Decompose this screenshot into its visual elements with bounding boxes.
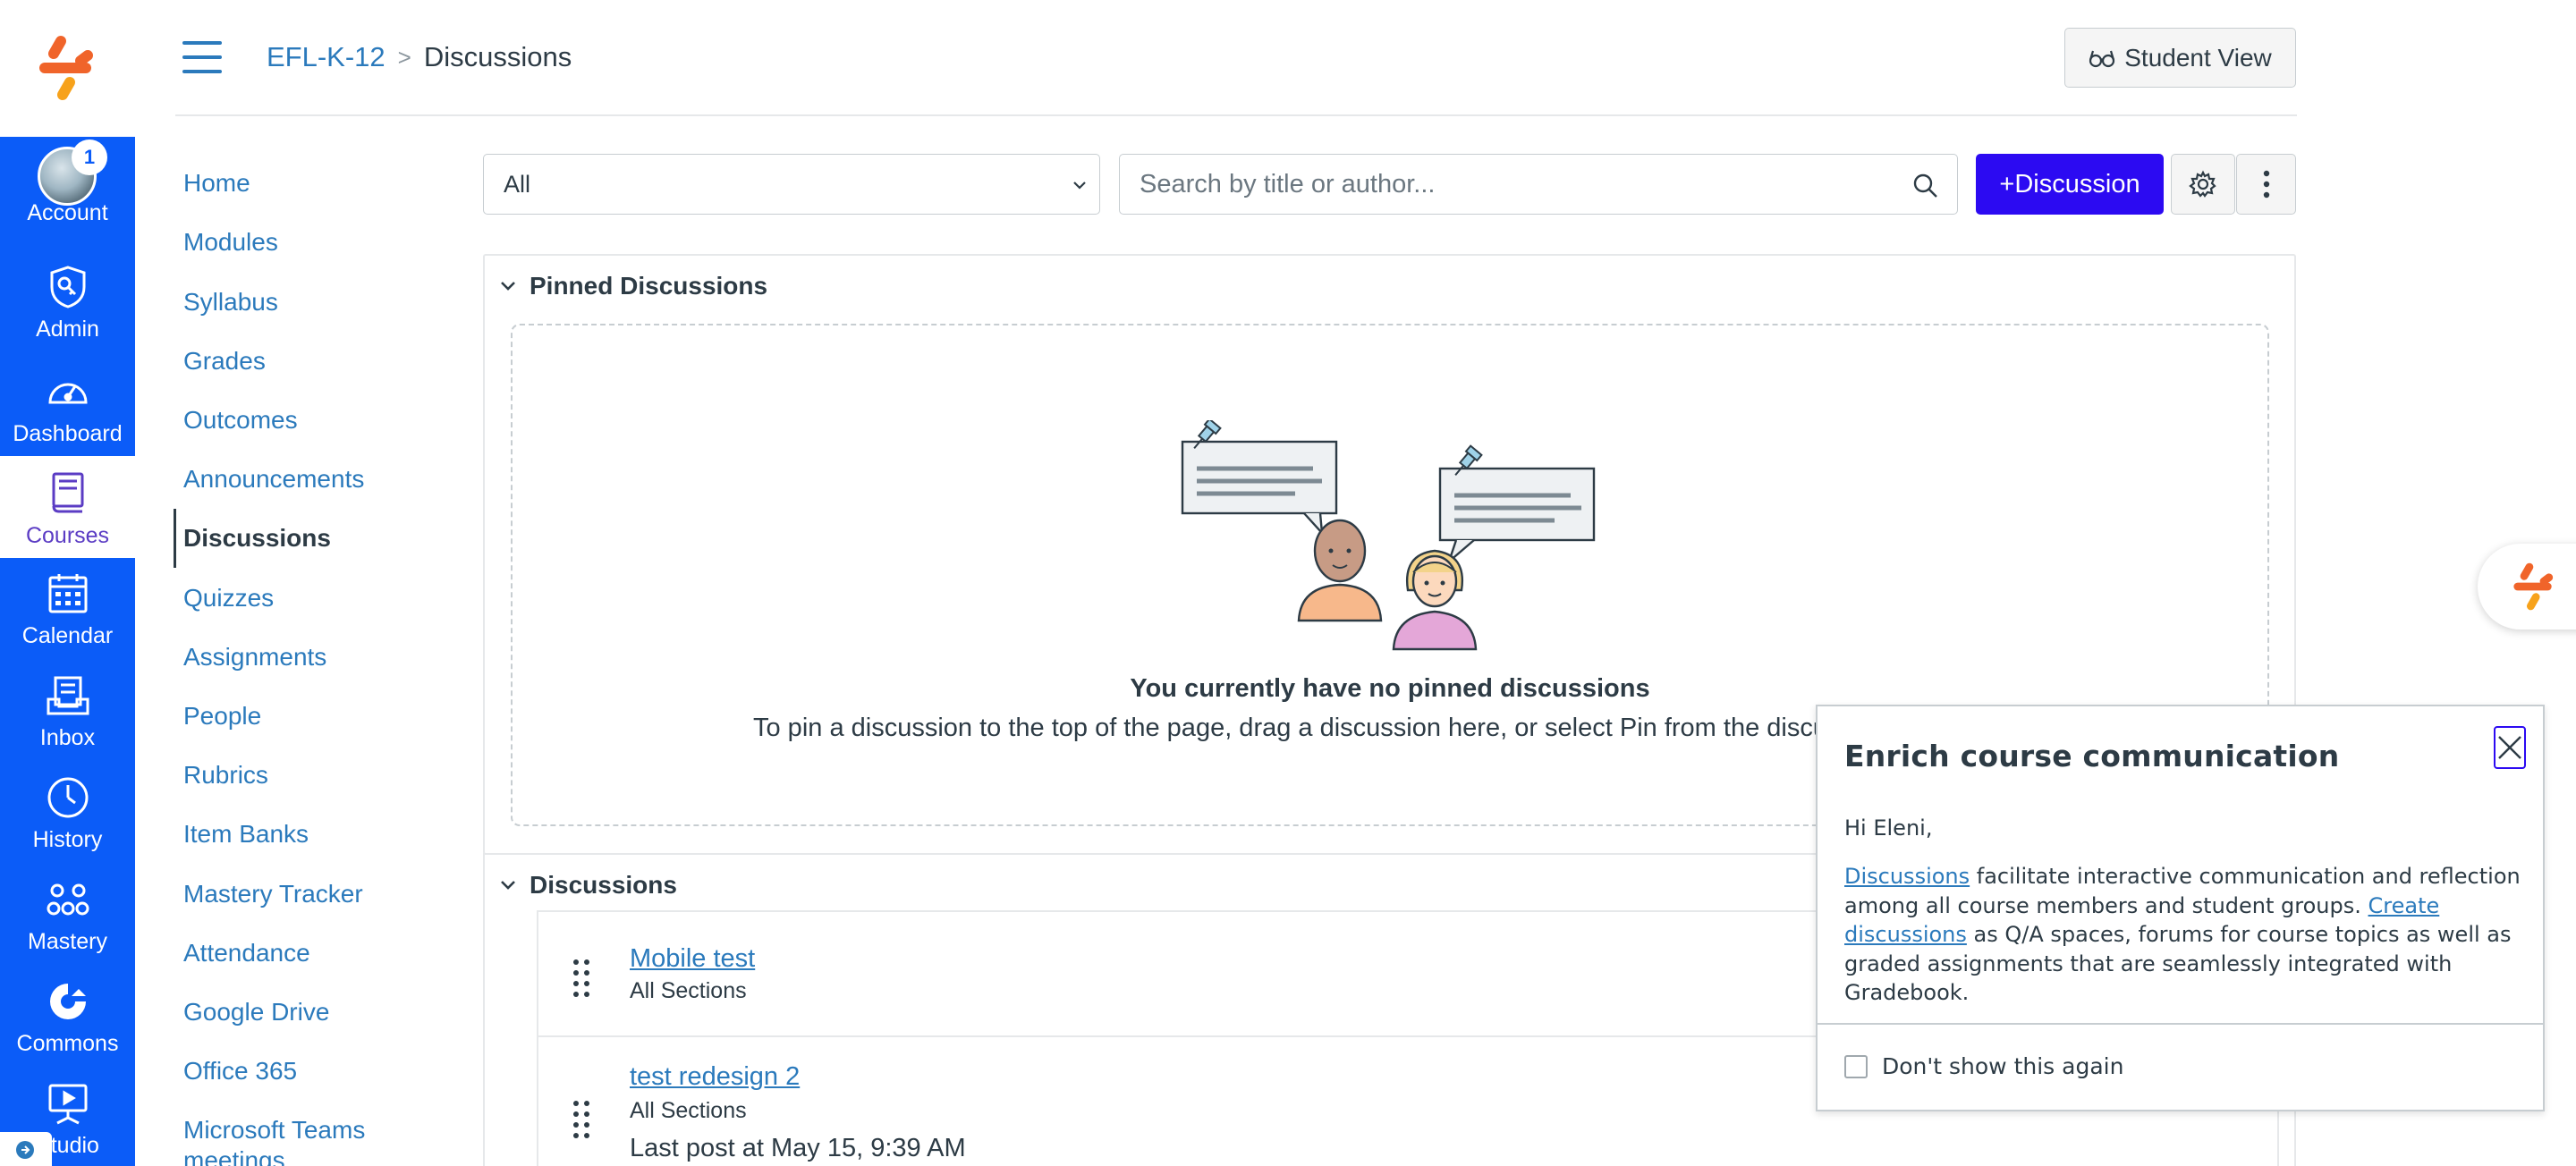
nav-inbox-label: Inbox [39,725,96,750]
discussions-section-title: Discussions [530,871,677,899]
studio-icon [48,1084,87,1125]
speedometer-icon [47,383,88,404]
discussion-sections: All Sections [630,1098,747,1123]
commons-icon [49,984,86,1019]
course-nav-item-banks[interactable]: Item Banks [183,819,309,849]
nav-commons[interactable]: Commons [0,967,135,1066]
discussion-title-link[interactable]: Mobile test [630,944,755,974]
glasses-icon [2089,50,2115,67]
search-field [1119,154,1958,215]
student-view-button[interactable]: Student View [2064,28,2296,88]
discussion-last-post: Last post at May 15, 9:39 AM [630,1134,966,1162]
add-discussion-label: +Discussion [1999,169,2140,199]
nav-inbox[interactable]: Inbox [0,662,135,760]
chevron-down-icon [501,881,515,890]
logo-icon [2513,562,2554,611]
nav-calendar[interactable]: Calendar [0,560,135,658]
nav-history[interactable]: History [0,764,135,862]
course-nav-assignments[interactable]: Assignments [183,642,326,672]
empty-pinned-title: You currently have no pinned discussions [1130,674,1650,703]
student-view-label: Student View [2124,43,2272,72]
nav-calendar-label: Calendar [21,623,114,648]
dont-show-again-checkbox[interactable]: Don't show this again [1844,1053,2123,1079]
course-menu-toggle[interactable] [182,41,222,73]
discussions-section-toggle[interactable]: Discussions [497,871,677,900]
course-nav-rubrics[interactable]: Rubrics [183,760,268,790]
filter-selected-value: All [504,170,531,198]
notification-badge: 1 [72,139,107,175]
chevron-down-icon [1073,182,1086,190]
course-nav-discussions[interactable]: Discussions [183,523,331,553]
institution-logo[interactable] [0,0,135,137]
clock-icon [47,777,88,818]
empty-pinned-description: To pin a discussion to the top of the pa… [753,714,1818,742]
inbox-icon [47,676,89,715]
course-nav-syllabus[interactable]: Syllabus [183,287,278,317]
course-nav-google-drive[interactable]: Google Drive [183,997,329,1027]
breadcrumb: EFL-K-12 > Discussions [267,39,572,75]
course-nav-announcements[interactable]: Announcements [183,464,364,494]
popover-greeting: Hi Eleni, [1844,815,1933,841]
accessibility-badge[interactable] [0,1132,52,1166]
breadcrumb-current: Discussions [423,41,572,72]
more-options-button[interactable] [2236,154,2296,215]
breadcrumb-separator: > [397,44,411,71]
course-nav-active-indicator [174,509,176,568]
onboarding-popover: Enrich course communication Hi Eleni, Di… [1816,705,2545,1111]
add-discussion-button[interactable]: +Discussion [1976,154,2164,215]
course-nav-attendance[interactable]: Attendance [183,938,310,968]
kebab-menu-icon [2263,170,2269,199]
checkbox-box[interactable] [1844,1054,1868,1078]
mastery-icon [47,883,89,916]
book-icon [52,472,83,513]
close-icon [2498,736,2521,759]
nav-admin[interactable]: Admin [0,253,135,351]
search-icon[interactable] [1912,173,1939,199]
accessibility-icon [16,1141,34,1159]
course-nav-modules[interactable]: Modules [183,227,278,258]
course-nav-quizzes[interactable]: Quizzes [183,583,274,613]
course-nav-outcomes[interactable]: Outcomes [183,405,298,435]
nav-courses[interactable]: Courses [0,456,135,558]
global-nav: Account 1 Admin Dashboard Courses Calend… [0,0,135,1166]
breadcrumb-course-link[interactable]: EFL-K-12 [267,39,386,75]
empty-pinned-illustration [1181,420,1596,651]
nav-commons-label: Commons [16,1031,119,1056]
logo-icon [39,36,93,100]
calendar-icon [48,574,87,613]
gear-icon [2189,170,2216,198]
drag-handle-icon[interactable] [572,1100,592,1139]
nav-history-label: History [32,827,103,852]
popover-close-button[interactable] [2494,726,2526,769]
nav-dashboard[interactable]: Dashboard [0,358,135,456]
nav-mastery-label: Mastery [28,929,107,954]
discussion-sections: All Sections [630,978,747,1003]
course-nav-office-365[interactable]: Office 365 [183,1056,297,1086]
discussion-title-link[interactable]: test redesign 2 [630,1062,800,1092]
discussion-settings-button[interactable] [2171,154,2235,215]
search-input[interactable] [1140,169,1891,199]
course-nav-home[interactable]: Home [183,168,250,199]
course-nav-microsoft-teams[interactable]: Microsoft Teams meetings [183,1115,398,1166]
pinned-section-title: Pinned Discussions [530,272,768,300]
drag-handle-icon[interactable] [572,959,592,998]
discussions-link[interactable]: Discussions [1844,864,1970,889]
pinned-section-toggle[interactable]: Pinned Discussions [497,272,767,300]
nav-mastery[interactable]: Mastery [0,866,135,964]
nav-admin-label: Admin [36,317,99,342]
nav-courses-label: Courses [25,523,110,548]
shield-key-icon [50,266,85,308]
discussion-filter-select[interactable]: All [483,154,1100,215]
chevron-down-icon [501,282,515,291]
course-nav-grades[interactable]: Grades [183,346,266,376]
popover-divider [1818,1023,2543,1025]
header-divider [175,114,2297,116]
course-nav-people[interactable]: People [183,701,261,731]
help-assistant-tab[interactable] [2478,544,2576,629]
nav-dashboard-label: Dashboard [13,421,123,446]
popover-title: Enrich course communication [1844,739,2340,773]
dont-show-again-label: Don't show this again [1882,1053,2124,1079]
popover-body: Discussions facilitate interactive commu… [1844,862,2524,1008]
course-nav-mastery-tracker[interactable]: Mastery Tracker [183,879,363,909]
